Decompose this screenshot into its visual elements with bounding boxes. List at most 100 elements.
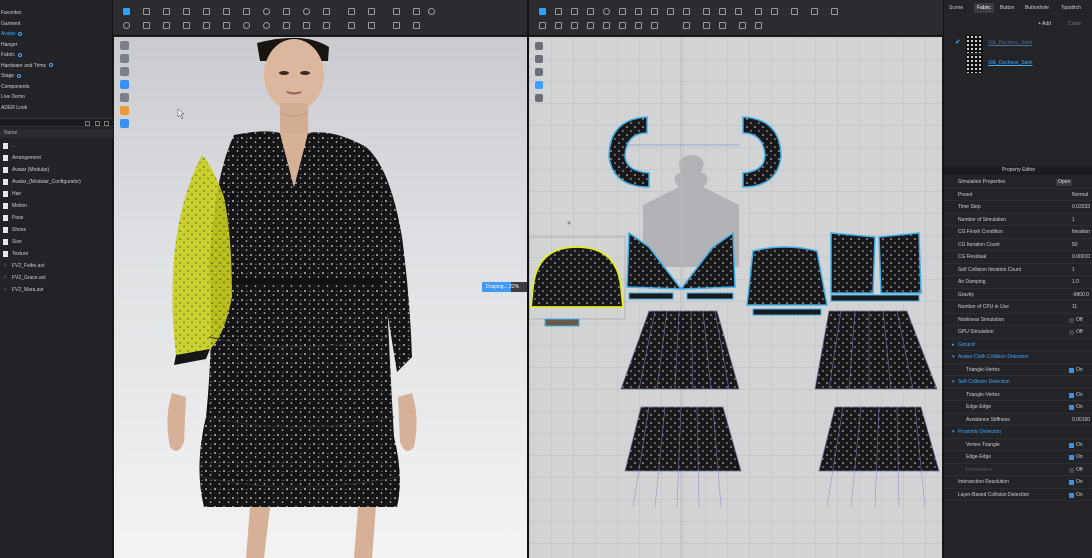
- tab-button[interactable]: Button: [997, 3, 1017, 13]
- library-folder-item[interactable]: Pose: [0, 212, 113, 224]
- back-skirt-lower[interactable]: [818, 406, 940, 472]
- library-avatar-item[interactable]: ♀ FV2_Grace.avt: [0, 272, 113, 284]
- side-waistband[interactable]: [830, 294, 920, 302]
- internal-rectangle-icon[interactable]: [635, 8, 642, 15]
- rectangle-icon[interactable]: [587, 8, 594, 15]
- internal-polygon-icon[interactable]: [651, 8, 658, 15]
- shrink-icon[interactable]: [203, 22, 210, 29]
- library-folder-item[interactable]: ..: [0, 140, 113, 152]
- property-checkbox[interactable]: [1069, 367, 1074, 373]
- layer-icon[interactable]: [323, 22, 330, 29]
- offset-icon[interactable]: [587, 22, 594, 29]
- sleeve-cuff-piece[interactable]: [544, 318, 580, 327]
- back-skirt-upper[interactable]: [814, 310, 938, 390]
- fabric-item[interactable]: ✔ Silk_Duchess_Satin: [944, 34, 1092, 54]
- button-icon[interactable]: [303, 8, 310, 15]
- transform-icon[interactable]: [163, 8, 170, 15]
- favorite-item[interactable]: Stage: [0, 71, 112, 82]
- add-graphic-icon[interactable]: [555, 22, 562, 29]
- edit-texture-icon[interactable]: [539, 22, 546, 29]
- hide-icon[interactable]: [283, 22, 290, 29]
- property-value[interactable]: Normal: [1072, 189, 1088, 202]
- property-value[interactable]: 50: [1072, 239, 1078, 252]
- side-bodice-left[interactable]: [830, 232, 876, 294]
- gather-icon[interactable]: [635, 22, 642, 29]
- favorite-item[interactable]: Garment: [0, 19, 112, 30]
- back-waistband[interactable]: [752, 308, 822, 316]
- property-value[interactable]: 11: [1072, 301, 1077, 314]
- collar-right-piece[interactable]: [742, 116, 782, 188]
- property-checkbox[interactable]: [1069, 392, 1074, 398]
- sewing-icon[interactable]: [223, 22, 230, 29]
- stretch-icon[interactable]: [183, 22, 190, 29]
- library-folder-item[interactable]: Avatar_(Modular_Configurator): [0, 176, 113, 188]
- trace-icon[interactable]: [683, 8, 690, 15]
- polygon-icon[interactable]: [619, 8, 626, 15]
- front-skirt-upper[interactable]: [620, 310, 740, 390]
- favorite-item[interactable]: Fabric: [0, 50, 112, 61]
- property-value[interactable]: -9800.0: [1072, 289, 1089, 302]
- favorite-item[interactable]: Components: [0, 82, 112, 93]
- property-value[interactable]: 1: [1072, 214, 1075, 227]
- pin-icon[interactable]: [263, 8, 270, 15]
- favorite-item[interactable]: Favorites: [0, 8, 112, 19]
- expand-arrow-icon[interactable]: ▾: [952, 376, 955, 389]
- select-move-tool-icon[interactable]: [123, 8, 130, 15]
- circle-icon[interactable]: [603, 8, 610, 15]
- fold-2d-icon[interactable]: [603, 22, 610, 29]
- favorite-item[interactable]: Hardware and Trims: [0, 61, 112, 72]
- texture-icon[interactable]: [393, 8, 400, 15]
- property-checkbox[interactable]: [1069, 317, 1074, 323]
- property-checkbox[interactable]: [1069, 455, 1074, 460]
- library-folder-item[interactable]: Size: [0, 236, 113, 248]
- measure-icon[interactable]: [348, 8, 355, 15]
- grain-icon[interactable]: [791, 8, 798, 15]
- tack-icon[interactable]: [283, 8, 290, 15]
- deactivate-icon[interactable]: [303, 22, 310, 29]
- library-avatar-item[interactable]: ♀ FV2_Feifei.avt: [0, 260, 113, 272]
- 3d-viewport[interactable]: Draping... 22%: [114, 37, 527, 558]
- fabric-item[interactable]: Silk_Duchess_Satin: [944, 54, 1092, 74]
- cloth-setting-icon[interactable]: [143, 22, 150, 29]
- tab-buttonhole[interactable]: Buttonhole: [1022, 3, 1052, 13]
- clone-fabric-button[interactable]: Clone: [1068, 19, 1081, 29]
- tab-scene[interactable]: Scene: [946, 3, 966, 13]
- lock-icon[interactable]: [811, 8, 818, 15]
- check-sewing-icon[interactable]: [735, 8, 742, 15]
- expand-arrow-icon[interactable]: ▾: [952, 351, 955, 364]
- avatar-measure-icon[interactable]: [428, 8, 435, 15]
- rotate-icon[interactable]: [755, 22, 762, 29]
- property-value[interactable]: 0.03333: [1072, 201, 1090, 214]
- edit-point-icon[interactable]: [555, 8, 562, 15]
- favorite-item[interactable]: Avatar: [0, 29, 112, 40]
- property-checkbox[interactable]: [1069, 442, 1074, 448]
- property-checkbox[interactable]: [1069, 480, 1074, 485]
- zipper-icon[interactable]: [323, 8, 330, 15]
- property-checkbox[interactable]: [1069, 405, 1074, 410]
- simulation-icon[interactable]: [123, 22, 130, 29]
- property-group[interactable]: ▾ Self-Collision Detection: [944, 376, 1092, 389]
- property-value[interactable]: Iteration: [1072, 226, 1090, 239]
- library-folder-item[interactable]: Texture: [0, 248, 113, 260]
- front-skirt-lower[interactable]: [624, 406, 742, 472]
- property-checkbox[interactable]: [1069, 330, 1074, 335]
- graphic-icon[interactable]: [413, 8, 420, 15]
- library-avatar-item[interactable]: ♀ FV2_Mara.avt: [0, 284, 113, 296]
- collar-left-piece[interactable]: [608, 116, 650, 188]
- settings-icon[interactable]: [104, 121, 109, 126]
- property-value[interactable]: 1: [1072, 264, 1075, 277]
- property-value[interactable]: 0.00010: [1072, 251, 1090, 264]
- tab-topstitch[interactable]: Topstitch: [1058, 3, 1084, 13]
- brush-icon[interactable]: [163, 22, 170, 29]
- fabric-name[interactable]: Silk_Duchess_Satin: [988, 40, 1032, 46]
- property-group[interactable]: ▾ Proximity Detection: [944, 426, 1092, 439]
- measure-2d-icon[interactable]: [703, 22, 710, 29]
- library-folder-item[interactable]: Avatar (Modular): [0, 164, 113, 176]
- favorite-item[interactable]: Hanger: [0, 40, 112, 51]
- property-checkbox[interactable]: [1069, 492, 1074, 498]
- favorite-item[interactable]: Live Demo: [0, 92, 112, 103]
- property-value[interactable]: 1.0: [1072, 276, 1079, 289]
- 2d-pattern-window[interactable]: [529, 37, 942, 558]
- pleat-icon[interactable]: [348, 22, 355, 29]
- flip-icon[interactable]: [739, 22, 746, 29]
